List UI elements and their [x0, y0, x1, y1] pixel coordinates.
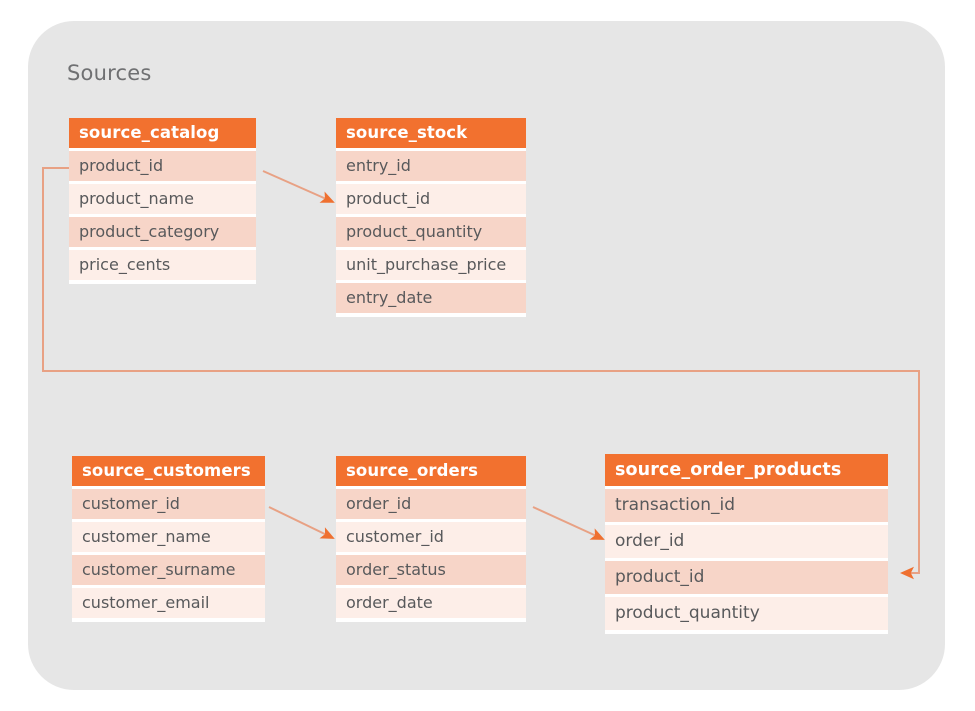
field-row[interactable]: product_category: [69, 217, 256, 247]
table-bottom-padding: [336, 618, 526, 622]
table-fields-source-catalog: product_id product_name product_category…: [69, 148, 256, 280]
table-header-source-order-products: source_order_products: [605, 454, 888, 486]
field-row[interactable]: product_id: [605, 561, 888, 594]
table-fields-source-order-products: transaction_id order_id product_id produ…: [605, 486, 888, 630]
field-row[interactable]: transaction_id: [605, 489, 888, 522]
field-row[interactable]: order_date: [336, 588, 526, 618]
field-row[interactable]: customer_surname: [72, 555, 265, 585]
field-row[interactable]: customer_id: [336, 522, 526, 552]
field-row[interactable]: customer_email: [72, 588, 265, 618]
table-source-stock[interactable]: source_stock entry_id product_id product…: [336, 118, 526, 317]
field-row[interactable]: entry_date: [336, 283, 526, 313]
field-row[interactable]: product_quantity: [336, 217, 526, 247]
field-row[interactable]: unit_purchase_price: [336, 250, 526, 280]
table-source-customers[interactable]: source_customers customer_id customer_na…: [72, 456, 265, 622]
table-bottom-padding: [72, 618, 265, 622]
connector-orders-to-order-products: [532, 506, 605, 540]
table-source-orders[interactable]: source_orders order_id customer_id order…: [336, 456, 526, 622]
diagram-canvas: Sources source_catalog product_id produc…: [0, 0, 975, 711]
connector-customers-to-orders: [268, 506, 335, 539]
table-source-order-products[interactable]: source_order_products transaction_id ord…: [605, 454, 888, 634]
field-row[interactable]: order_id: [336, 489, 526, 519]
table-bottom-padding: [69, 280, 256, 284]
table-header-source-stock: source_stock: [336, 118, 526, 148]
field-row[interactable]: customer_name: [72, 522, 265, 552]
table-fields-source-stock: entry_id product_id product_quantity uni…: [336, 148, 526, 313]
field-row[interactable]: customer_id: [72, 489, 265, 519]
field-row[interactable]: product_id: [69, 151, 256, 181]
field-row[interactable]: order_id: [605, 525, 888, 558]
table-fields-source-orders: order_id customer_id order_status order_…: [336, 486, 526, 618]
connector-catalog-to-stock: [262, 170, 335, 203]
field-row[interactable]: product_id: [336, 184, 526, 214]
field-row[interactable]: price_cents: [69, 250, 256, 280]
field-row[interactable]: order_status: [336, 555, 526, 585]
table-header-source-catalog: source_catalog: [69, 118, 256, 148]
field-row[interactable]: entry_id: [336, 151, 526, 181]
table-bottom-padding: [336, 313, 526, 317]
table-header-source-orders: source_orders: [336, 456, 526, 486]
field-row[interactable]: product_quantity: [605, 597, 888, 630]
table-source-catalog[interactable]: source_catalog product_id product_name p…: [69, 118, 256, 284]
table-header-source-customers: source_customers: [72, 456, 265, 486]
table-bottom-padding: [605, 630, 888, 634]
field-row[interactable]: product_name: [69, 184, 256, 214]
table-fields-source-customers: customer_id customer_name customer_surna…: [72, 486, 265, 618]
